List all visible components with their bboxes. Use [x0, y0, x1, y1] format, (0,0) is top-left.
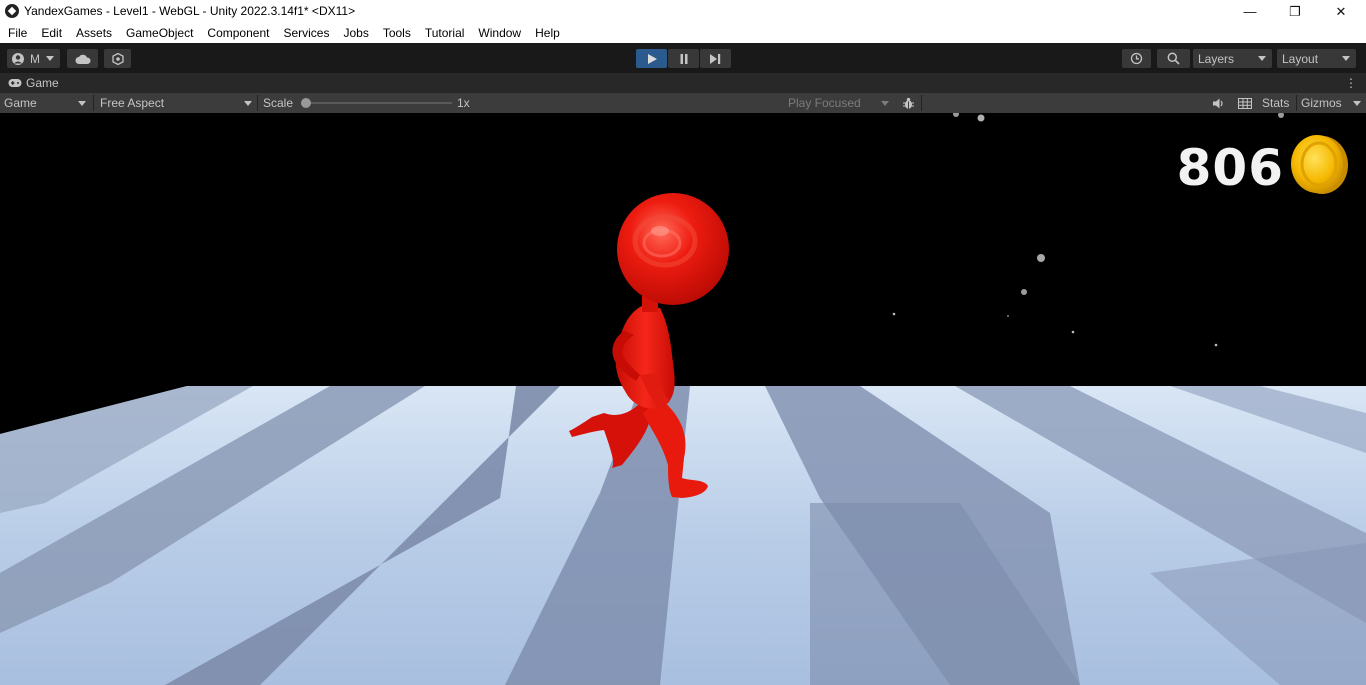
menu-gameobject[interactable]: GameObject	[119, 23, 200, 43]
layout-dropdown[interactable]: Layout	[1277, 49, 1356, 68]
minimize-button[interactable]: —	[1227, 0, 1273, 23]
chevron-down-icon	[46, 56, 54, 61]
tab-game[interactable]: Game	[0, 73, 67, 93]
stats-button[interactable]: Stats	[1262, 93, 1289, 113]
score-counter: 806	[1176, 139, 1284, 197]
gizmos-label: Gizmos	[1301, 96, 1342, 110]
particle	[1278, 113, 1284, 118]
game-tab-strip: Game ⋮	[0, 73, 1366, 93]
scale-slider-track[interactable]	[306, 102, 452, 104]
aspect-grid-button[interactable]	[1236, 93, 1254, 113]
play-mode-dropdown[interactable]: Play Focused	[782, 93, 892, 113]
chevron-down-icon	[881, 101, 889, 106]
gizmos-dropdown[interactable]: Gizmos	[1301, 93, 1366, 113]
divider	[921, 95, 922, 111]
play-mode-label: Play Focused	[788, 96, 861, 110]
menu-assets[interactable]: Assets	[69, 23, 119, 43]
account-dropdown[interactable]: M	[7, 49, 60, 68]
title-bar: YandexGames - Level1 - WebGL - Unity 202…	[0, 0, 1366, 23]
aspect-label: Free Aspect	[100, 96, 165, 110]
coin-icon	[1291, 135, 1348, 194]
menu-jobs[interactable]: Jobs	[336, 23, 375, 43]
restore-button[interactable]: ❐	[1272, 0, 1318, 23]
display-dropdown[interactable]: Game	[0, 93, 92, 113]
menu-tools[interactable]: Tools	[376, 23, 418, 43]
menu-help[interactable]: Help	[528, 23, 567, 43]
undo-history-button[interactable]	[1122, 49, 1151, 68]
main-toolbar: M Layers Layout	[0, 43, 1366, 73]
play-icon	[647, 53, 657, 64]
layout-label: Layout	[1282, 51, 1319, 66]
menu-file[interactable]: File	[0, 23, 34, 43]
particle	[1037, 254, 1045, 262]
step-button[interactable]	[700, 49, 731, 68]
particle	[1007, 315, 1009, 317]
scale-label: Scale	[263, 96, 294, 110]
chevron-down-icon	[1258, 56, 1266, 61]
chevron-down-icon	[1342, 56, 1350, 61]
menu-window[interactable]: Window	[471, 23, 528, 43]
game-controls-bar: Game Free Aspect Scale 1x Play Focused S…	[0, 93, 1366, 113]
grid-icon	[1238, 97, 1252, 109]
close-button[interactable]: ✕	[1318, 0, 1364, 23]
scale-value: 1x	[457, 96, 470, 110]
gamepad-icon	[8, 79, 22, 87]
aspect-dropdown[interactable]: Free Aspect	[94, 93, 256, 113]
cloud-button[interactable]	[67, 49, 98, 68]
unity-logo-icon	[5, 4, 19, 18]
mute-audio-button[interactable]	[1210, 93, 1228, 113]
menu-tutorial[interactable]: Tutorial	[418, 23, 472, 43]
history-icon	[1130, 52, 1143, 65]
cloud-icon	[75, 54, 91, 64]
pause-button[interactable]	[668, 49, 699, 68]
layers-dropdown[interactable]: Layers	[1193, 49, 1272, 68]
particle	[1021, 289, 1027, 295]
game-viewport[interactable]: 806	[0, 113, 1366, 685]
layers-label: Layers	[1198, 51, 1235, 66]
window-title: YandexGames - Level1 - WebGL - Unity 202…	[24, 4, 356, 18]
divider	[257, 95, 258, 111]
more-options-icon[interactable]: ⋮	[1345, 76, 1357, 90]
bug-icon	[902, 97, 914, 109]
search-button[interactable]	[1157, 49, 1190, 68]
display-label: Game	[4, 96, 37, 110]
scale-slider-thumb[interactable]	[301, 98, 311, 108]
speaker-icon	[1213, 98, 1223, 108]
particle	[953, 113, 959, 117]
divider	[1296, 95, 1297, 111]
particle	[1214, 343, 1218, 347]
particle	[1071, 330, 1075, 334]
account-label: M	[30, 51, 40, 66]
chevron-down-icon	[244, 101, 252, 106]
menu-bar: File Edit Assets GameObject Component Se…	[0, 23, 1366, 43]
game-scene	[0, 113, 1366, 685]
tab-game-label: Game	[26, 76, 59, 90]
chevron-down-icon	[78, 101, 86, 106]
particle	[892, 312, 896, 316]
account-icon	[12, 52, 24, 65]
chevron-down-icon	[1353, 101, 1361, 106]
menu-services[interactable]: Services	[276, 23, 336, 43]
collab-button[interactable]	[104, 49, 131, 68]
search-icon	[1167, 52, 1180, 65]
settings-hex-icon	[111, 52, 124, 65]
step-icon	[710, 53, 721, 64]
play-button[interactable]	[636, 49, 667, 68]
menu-edit[interactable]: Edit	[34, 23, 69, 43]
frame-debugger-button[interactable]	[899, 93, 917, 113]
menu-component[interactable]: Component	[200, 23, 276, 43]
pause-icon	[680, 53, 687, 64]
particle	[977, 114, 985, 122]
